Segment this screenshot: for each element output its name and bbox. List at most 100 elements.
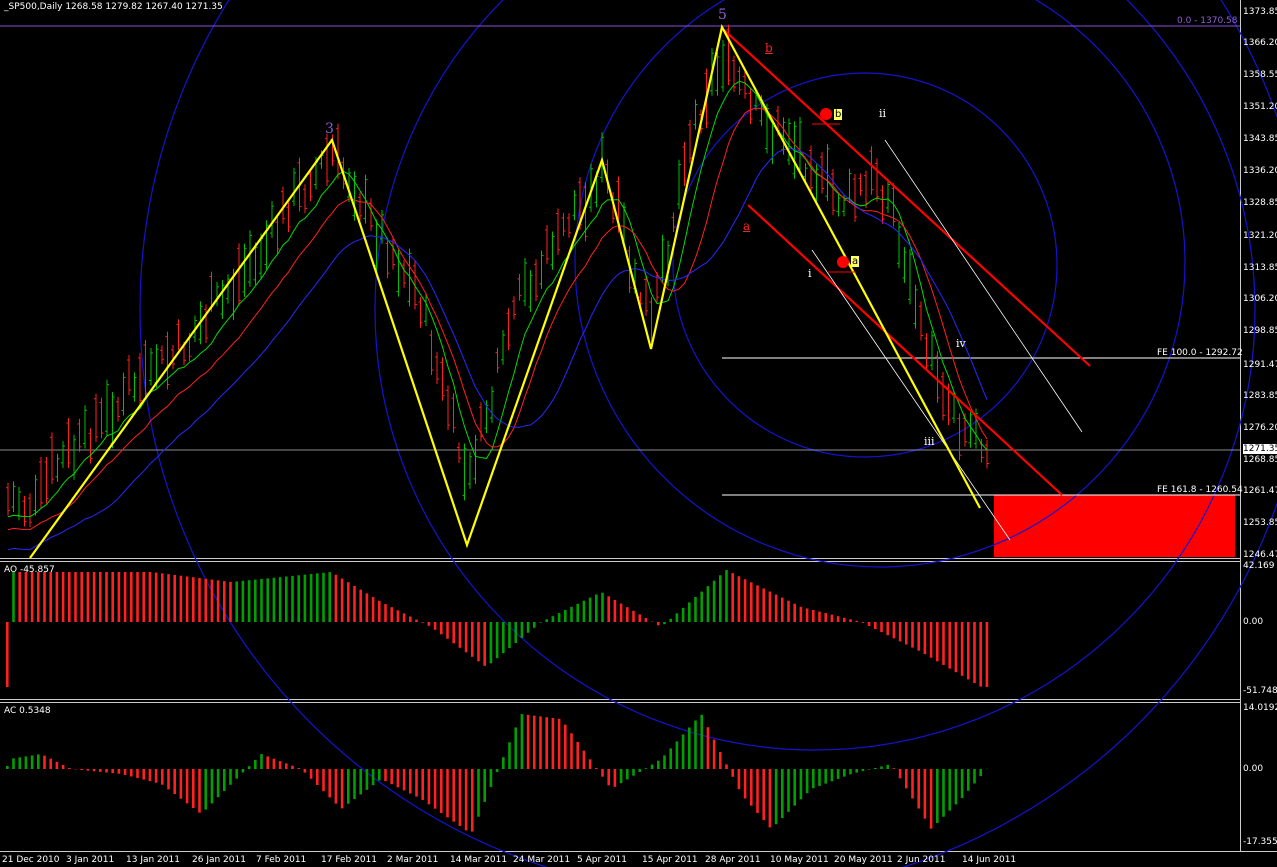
ao-bar bbox=[942, 622, 945, 665]
ac-bar bbox=[123, 769, 127, 775]
wave-5-label: 5 bbox=[718, 7, 727, 23]
ohlc-bar bbox=[869, 146, 874, 195]
ac-bar bbox=[960, 769, 964, 799]
ao-bar bbox=[737, 576, 741, 622]
ac-bar bbox=[762, 769, 765, 821]
ao-bar bbox=[613, 599, 617, 622]
price-bars bbox=[6, 24, 989, 528]
ao-bar bbox=[433, 622, 437, 630]
ao-tick: -51.748 bbox=[1243, 686, 1277, 696]
ohlc-bar bbox=[99, 397, 104, 439]
ohlc-bar bbox=[160, 345, 164, 365]
date-tick: 15 Apr 2011 bbox=[642, 855, 698, 865]
ac-bar bbox=[694, 720, 697, 769]
ac-bar bbox=[942, 769, 945, 817]
ohlc-bar bbox=[237, 243, 241, 306]
ohlc-bar bbox=[523, 258, 527, 306]
ac-bar bbox=[570, 733, 573, 769]
ao-bar bbox=[880, 622, 883, 633]
price-tick: 1283.85 bbox=[1243, 391, 1277, 401]
ac-bar bbox=[836, 769, 840, 779]
ac-bar bbox=[843, 769, 846, 777]
ac-bar bbox=[936, 769, 939, 823]
ohlc-bar bbox=[682, 141, 687, 186]
ao-bar bbox=[254, 579, 257, 622]
ac-bar bbox=[979, 769, 982, 777]
price-tick: 1373.85 bbox=[1243, 7, 1277, 17]
ac-bar bbox=[799, 769, 803, 800]
ao-bar bbox=[855, 620, 858, 622]
ac-bar bbox=[384, 769, 387, 782]
ohlc-bar bbox=[787, 118, 791, 166]
ohlc-bar bbox=[501, 330, 505, 365]
ac-bar bbox=[514, 727, 517, 769]
ac-bar bbox=[849, 769, 852, 775]
ohlc-bar bbox=[77, 418, 82, 452]
ac-bar bbox=[588, 759, 592, 769]
ohlc-bar bbox=[66, 418, 71, 468]
price-tick: 1336.20 bbox=[1243, 166, 1277, 176]
ohlc-bar bbox=[737, 66, 742, 95]
ao-bar bbox=[421, 622, 424, 623]
ao-bar bbox=[911, 622, 914, 648]
ohlc-bar bbox=[556, 208, 560, 255]
price-tick: 1291.47 bbox=[1243, 360, 1277, 370]
ohlc-bar bbox=[451, 393, 456, 433]
ohlc-bar bbox=[908, 249, 912, 305]
wave-ii-label: ii bbox=[879, 107, 887, 120]
ohlc-bar bbox=[935, 351, 940, 403]
ac-bar bbox=[452, 769, 455, 822]
ao-bar bbox=[570, 606, 573, 622]
ao-bar bbox=[6, 622, 9, 687]
ao-bar bbox=[260, 578, 263, 622]
ao-bar bbox=[936, 622, 939, 662]
ao-bar bbox=[347, 582, 350, 622]
ohlc-bar bbox=[6, 482, 10, 516]
ac-bar bbox=[595, 768, 598, 769]
ao-bar bbox=[123, 572, 127, 622]
ac-bar bbox=[632, 769, 635, 776]
ao-bar bbox=[948, 622, 951, 669]
ao-bar bbox=[526, 622, 530, 633]
ac-bar bbox=[669, 748, 672, 769]
ac-bar bbox=[557, 718, 561, 769]
ac-bar bbox=[458, 769, 462, 827]
date-tick: 3 Jan 2011 bbox=[66, 855, 115, 865]
ac-bar bbox=[737, 769, 741, 790]
ohlc-bar bbox=[693, 99, 698, 130]
ao-bar bbox=[489, 622, 493, 664]
wave-i-label: i bbox=[808, 267, 812, 280]
ac-bar bbox=[61, 764, 65, 769]
ao-bar bbox=[731, 573, 734, 622]
ao-bar bbox=[185, 576, 189, 622]
ao-bar bbox=[607, 596, 610, 622]
ao-bar bbox=[712, 580, 716, 622]
ao-bar bbox=[12, 572, 15, 622]
ohlc-bar bbox=[462, 443, 467, 501]
ao-bar bbox=[681, 607, 685, 622]
date-tick: 20 May 2011 bbox=[834, 855, 893, 865]
ac-bar bbox=[483, 769, 486, 802]
ac-bar bbox=[297, 768, 300, 769]
ohlc-bar bbox=[325, 133, 329, 187]
ao-bar bbox=[582, 600, 586, 622]
ohlc-bar bbox=[292, 167, 296, 207]
ac-bar bbox=[80, 769, 83, 771]
ao-bar bbox=[316, 573, 319, 622]
ac-bar bbox=[390, 769, 393, 785]
ac-bar bbox=[768, 769, 772, 828]
ac-bar bbox=[421, 769, 424, 800]
ao-bar bbox=[247, 580, 251, 622]
fib-levels bbox=[0, 25, 1240, 496]
ac-bar bbox=[92, 769, 96, 772]
ao-bar bbox=[278, 577, 282, 622]
ao-bar bbox=[644, 618, 648, 622]
ao-bar bbox=[353, 585, 356, 622]
ao-bar bbox=[303, 574, 307, 622]
ac-bar bbox=[905, 769, 908, 789]
ohlc-bar bbox=[121, 372, 126, 416]
ao-bar bbox=[576, 603, 579, 622]
ohlc-bar bbox=[561, 212, 566, 236]
ohlc-bar bbox=[853, 174, 857, 223]
ac-bar bbox=[719, 752, 722, 769]
